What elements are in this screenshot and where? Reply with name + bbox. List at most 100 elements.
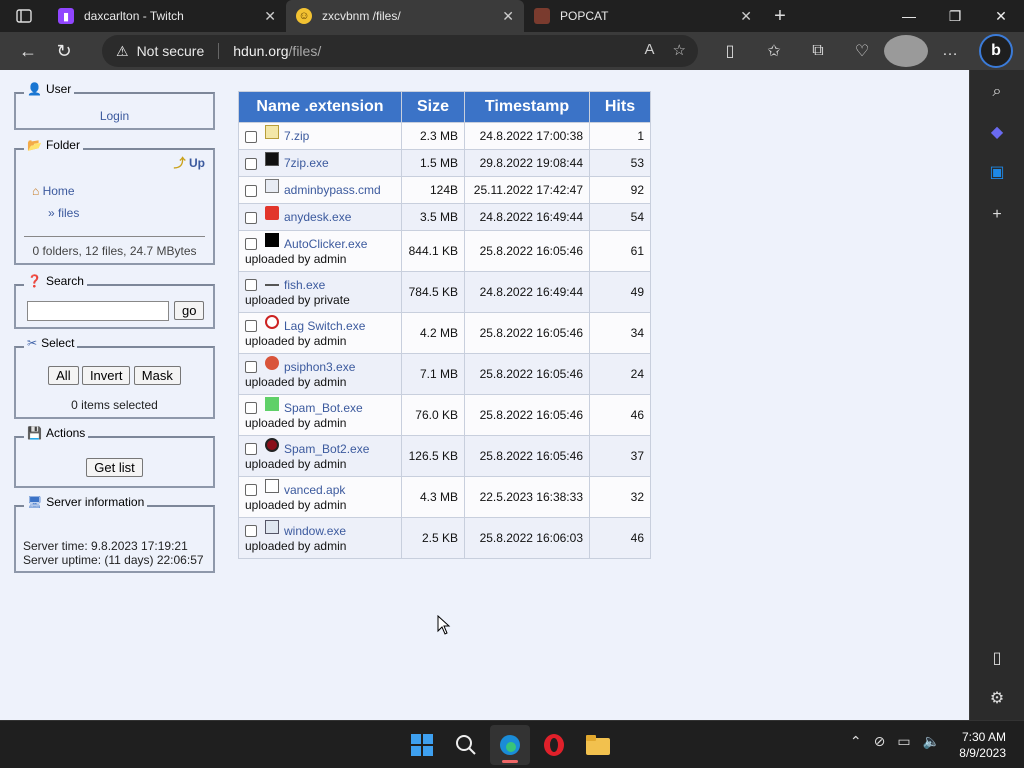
row-checkbox[interactable] xyxy=(245,320,257,333)
timestamp-cell: 25.8.2022 16:05:46 xyxy=(465,354,589,394)
name-cell: window.exe uploaded by admin xyxy=(239,518,401,558)
login-link[interactable]: Login xyxy=(100,109,129,123)
new-tab-button[interactable]: + xyxy=(762,0,798,32)
edge-browser-icon[interactable] xyxy=(490,725,530,765)
network-off-icon[interactable]: ⊘ xyxy=(874,733,886,750)
search-taskbar-icon[interactable] xyxy=(446,725,486,765)
invert-button[interactable]: Invert xyxy=(81,366,131,385)
browser-essentials-icon[interactable]: ♡ xyxy=(840,35,884,67)
row-checkbox[interactable] xyxy=(245,484,257,497)
back-icon[interactable]: ← xyxy=(10,35,46,67)
table-row[interactable]: Lag Switch.exe uploaded by admin 4.2 MB 25.… xyxy=(239,313,650,353)
table-row[interactable]: fish.exe uploaded by private 784.5 KB 24.8.… xyxy=(239,272,650,312)
row-checkbox[interactable] xyxy=(245,279,257,292)
table-row[interactable]: Spam_Bot.exe uploaded by admin 76.0 KB 25.8… xyxy=(239,395,650,435)
refresh-icon[interactable]: ↻ xyxy=(46,35,82,67)
column-header-timestamp[interactable]: Timestamp xyxy=(465,92,589,122)
search-panel: ❓ Search go xyxy=(14,274,215,329)
file-link[interactable]: vanced.apk xyxy=(284,483,345,497)
row-checkbox[interactable] xyxy=(245,238,257,251)
column-header-hits[interactable]: Hits xyxy=(590,92,650,122)
collections-icon[interactable]: ⧉ xyxy=(796,35,840,67)
file-link[interactable]: fish.exe xyxy=(284,278,325,292)
row-checkbox[interactable] xyxy=(245,402,257,415)
column-header-name[interactable]: Name .extension xyxy=(239,92,401,122)
size-cell: 76.0 KB xyxy=(402,395,464,435)
current-folder-link[interactable]: » files xyxy=(48,206,79,220)
mask-button[interactable]: Mask xyxy=(133,366,181,385)
table-row[interactable]: psiphon3.exe uploaded by admin 7.1 MB 25.8.… xyxy=(239,354,650,394)
table-row[interactable]: Spam_Bot2.exe uploaded by admin 126.5 KB 25… xyxy=(239,436,650,476)
favorite-star-icon[interactable]: ☆ xyxy=(673,41,686,59)
file-link[interactable]: AutoClicker.exe xyxy=(284,237,367,251)
outlook-icon[interactable]: ▣ xyxy=(985,160,1009,184)
table-row[interactable]: 7.zip 2.3 MB 24.8.2022 17:00:38 1 xyxy=(239,123,650,149)
chevron-up-icon[interactable]: ⌃ xyxy=(850,733,862,750)
file-link[interactable]: Lag Switch.exe xyxy=(284,319,365,333)
add-icon[interactable]: + xyxy=(985,203,1009,227)
address-bar[interactable]: ⚠ Not secure hdun.org/files/ A ☆ xyxy=(102,35,698,67)
favorites-icon[interactable]: ✩ xyxy=(752,35,796,67)
row-checkbox[interactable] xyxy=(245,130,257,143)
tab-files[interactable]: ☺ zxcvbnm /files/ ✕ xyxy=(286,0,524,32)
bing-copilot-icon[interactable]: b xyxy=(979,34,1013,68)
profile-button[interactable] xyxy=(884,35,928,67)
file-link[interactable]: adminbypass.cmd xyxy=(284,183,381,197)
clock[interactable]: 7:30 AM 8/9/2023 xyxy=(959,729,1006,761)
read-aloud-icon[interactable]: A xyxy=(645,41,655,59)
table-row[interactable]: window.exe uploaded by admin 2.5 KB 25.8.20… xyxy=(239,518,650,558)
volume-icon[interactable]: 🔈 xyxy=(923,733,940,750)
tab-twitch[interactable]: ▮ daxcarlton - Twitch ✕ xyxy=(48,0,286,32)
more-options-icon[interactable]: … xyxy=(928,35,972,67)
row-checkbox[interactable] xyxy=(245,361,257,374)
up-link[interactable]: Up xyxy=(189,156,205,170)
close-icon[interactable]: ✕ xyxy=(502,8,514,25)
home-link[interactable]: Home xyxy=(43,184,75,198)
file-link[interactable]: Spam_Bot.exe xyxy=(284,401,363,415)
tab-actions-button[interactable] xyxy=(0,0,48,32)
display-icon[interactable]: ▭ xyxy=(897,733,910,750)
search-icon[interactable]: ⌕ xyxy=(985,80,1009,104)
start-windows-icon[interactable] xyxy=(402,725,442,765)
table-row[interactable]: anydesk.exe 3.5 MB 24.8.2022 16:49:44 54 xyxy=(239,204,650,230)
row-checkbox[interactable] xyxy=(245,525,257,538)
split-screen-icon[interactable]: ▯ xyxy=(708,35,752,67)
minimize-icon[interactable]: — xyxy=(886,0,932,32)
settings-gear-icon[interactable]: ⚙ xyxy=(985,686,1009,710)
row-checkbox[interactable] xyxy=(245,211,257,224)
go-button[interactable]: go xyxy=(174,301,205,320)
file-link[interactable]: 7zip.exe xyxy=(284,156,329,170)
close-icon[interactable]: ✕ xyxy=(264,8,276,25)
file-link[interactable]: anydesk.exe xyxy=(284,210,351,224)
table-row[interactable]: AutoClicker.exe uploaded by admin 844.1 KB… xyxy=(239,231,650,271)
search-input[interactable] xyxy=(27,301,169,321)
size-cell: 7.1 MB xyxy=(402,354,464,394)
copilot-icon[interactable]: ◆ xyxy=(985,120,1009,144)
close-window-icon[interactable]: ✕ xyxy=(978,0,1024,32)
file-explorer-icon[interactable] xyxy=(578,725,618,765)
timestamp-cell: 25.8.2022 16:05:46 xyxy=(465,231,589,271)
row-checkbox[interactable] xyxy=(245,184,257,197)
row-checkbox[interactable] xyxy=(245,157,257,170)
tab-popcat[interactable]: POPCAT ✕ xyxy=(524,0,762,32)
file-link[interactable]: psiphon3.exe xyxy=(284,360,355,374)
table-row[interactable]: 7zip.exe 1.5 MB 29.8.2022 19:08:44 53 xyxy=(239,150,650,176)
select-all-button[interactable]: All xyxy=(48,366,79,385)
column-header-size[interactable]: Size xyxy=(402,92,464,122)
url-path: /files/ xyxy=(288,43,322,59)
file-link[interactable]: window.exe xyxy=(284,524,346,538)
opera-icon[interactable] xyxy=(534,725,574,765)
file-link[interactable]: Spam_Bot2.exe xyxy=(284,442,369,456)
restore-icon[interactable]: ❐ xyxy=(932,0,978,32)
table-row[interactable]: adminbypass.cmd 124B 25.11.2022 17:42:47 92 xyxy=(239,177,650,203)
spambot-icon xyxy=(265,396,279,411)
hits-cell: 32 xyxy=(590,477,650,517)
close-icon[interactable]: ✕ xyxy=(740,8,752,25)
sidebar-toggle-icon[interactable]: ▯ xyxy=(985,646,1009,670)
browser-toolbar: ← ↻ ⚠ Not secure hdun.org/files/ A ☆ ▯ ✩… xyxy=(0,32,1024,70)
row-checkbox[interactable] xyxy=(245,443,257,456)
file-link[interactable]: 7.zip xyxy=(284,129,309,143)
uploader-label: uploaded by admin xyxy=(245,374,347,389)
table-row[interactable]: vanced.apk uploaded by admin 4.3 MB 22.5.20… xyxy=(239,477,650,517)
get-list-button[interactable]: Get list xyxy=(86,458,143,477)
